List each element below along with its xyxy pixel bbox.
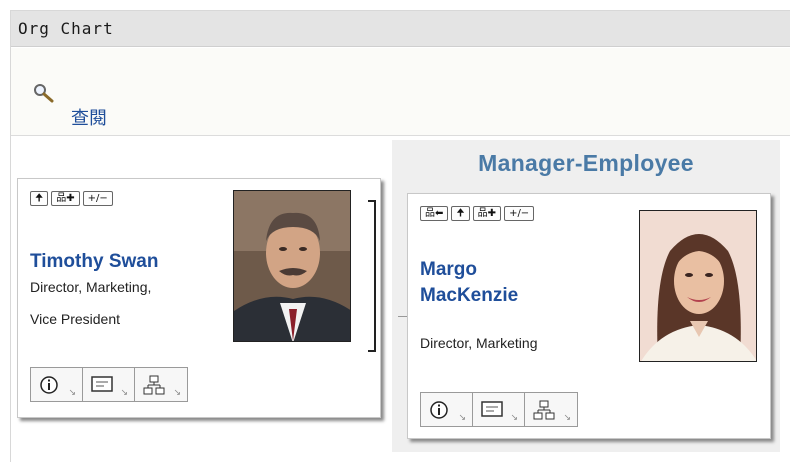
magnifier-icon[interactable] [33, 83, 55, 103]
manager-card: 🠉 品✚ +/− Timothy Swan Director, Marketin… [17, 178, 381, 418]
manager-title-line1: Director, Marketing, [30, 279, 152, 295]
manager-name-link[interactable]: Timothy Swan [30, 249, 158, 275]
menu-arrow-icon: ↘ [510, 412, 518, 422]
back-to-manager-button[interactable]: 品⬅ [420, 206, 449, 221]
go-up-button[interactable]: 🠉 [451, 206, 470, 221]
employee-message-button[interactable]: ↘ [473, 393, 525, 426]
employee-orgchart-button[interactable]: ↘ [525, 393, 577, 426]
employee-toolbar: 品⬅ 🠉 品✚ +/− [420, 206, 535, 221]
reports-bracket [368, 200, 376, 352]
panel-title: Org Chart [18, 19, 114, 38]
toggle-expand-button[interactable]: +/− [82, 191, 113, 206]
lookup-link[interactable]: 查閱 [71, 104, 107, 130]
go-up-button[interactable]: 🠉 [30, 191, 49, 206]
manager-employee-title: Manager-Employee [478, 150, 694, 176]
employee-photo [639, 210, 757, 362]
toggle-expand-button[interactable]: +/− [504, 206, 535, 221]
employee-actions: ↘ ↘ ↘ [420, 392, 578, 427]
employee-title-line1: Director, Marketing [420, 335, 538, 351]
expand-reports-button[interactable]: 品✚ [51, 191, 80, 206]
menu-arrow-icon: ↘ [120, 387, 128, 397]
expand-reports-button[interactable]: 品✚ [472, 206, 502, 221]
message-card-icon [91, 376, 113, 392]
manager-info-button[interactable]: ↘ [31, 368, 83, 401]
manager-toolbar: 🠉 品✚ +/− [30, 191, 113, 206]
manager-title-line2: Vice President [30, 311, 121, 327]
menu-arrow-icon: ↘ [68, 387, 76, 397]
menu-arrow-icon: ↘ [458, 412, 466, 422]
menu-arrow-icon: ↘ [173, 387, 181, 397]
message-card-icon [481, 401, 503, 417]
org-chart-icon [533, 400, 555, 420]
org-chart-icon [143, 375, 165, 395]
manager-message-button[interactable]: ↘ [83, 368, 135, 401]
manager-orgchart-button[interactable]: ↘ [135, 368, 187, 401]
employee-info-button[interactable]: ↘ [421, 393, 473, 426]
panel-titlebar: Org Chart [11, 11, 790, 47]
employee-name-link[interactable]: Margo MacKenzie [420, 257, 560, 309]
manager-photo [233, 190, 351, 342]
employee-card: 品⬅ 🠉 品✚ +/− Margo MacKenzie Director, Ma… [407, 193, 771, 439]
manager-actions: ↘ ↘ ↘ [30, 367, 188, 402]
info-icon [430, 401, 448, 419]
lookup-bar: 查閱 [11, 48, 790, 136]
info-icon [40, 376, 58, 394]
menu-arrow-icon: ↘ [563, 412, 571, 422]
